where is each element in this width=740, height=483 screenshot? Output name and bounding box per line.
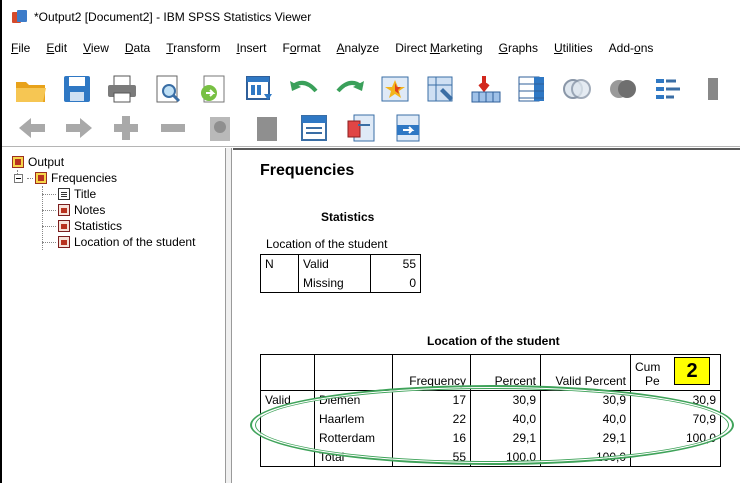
goto-data-icon[interactable]	[378, 71, 413, 107]
window-title: *Output2 [Document2] - IBM SPSS Statisti…	[34, 10, 312, 24]
menu-bar: File Edit View Data Transform Insert Format Ana…	[2, 34, 740, 62]
redo-icon[interactable]	[333, 71, 368, 107]
statistics-table[interactable]: N Valid 55 Missing 0	[260, 254, 421, 293]
tree-node-location[interactable]: Location of the student	[58, 234, 195, 250]
variables-icon[interactable]	[469, 71, 504, 107]
expand-icon[interactable]	[108, 110, 144, 146]
chart-builder-icon[interactable]	[515, 71, 550, 107]
forward-icon[interactable]	[61, 110, 97, 146]
export-icon[interactable]	[196, 71, 231, 107]
menu-graphs[interactable]: Graphs	[499, 41, 538, 55]
insert-text-icon[interactable]	[390, 110, 426, 146]
menu-format[interactable]: Format	[283, 41, 321, 55]
spss-viewer-window: *Output2 [Document2] - IBM SPSS Statisti…	[0, 0, 740, 483]
statistics-title: Statistics	[321, 210, 375, 224]
notes-doc-icon	[58, 204, 70, 216]
table-row: Missing 0	[260, 273, 421, 293]
spss-app-icon	[12, 9, 28, 25]
recall-dialog-icon[interactable]	[242, 71, 277, 107]
missing-value: 0	[370, 273, 421, 293]
output-heading: Frequencies	[260, 162, 355, 179]
tree-label-notes: Notes	[74, 203, 106, 217]
header-valid-percent: Valid Percent	[540, 354, 631, 391]
weight-cases-icon[interactable]	[606, 71, 641, 107]
statistics-variable: Location of the student	[266, 237, 388, 251]
show-icon[interactable]	[202, 110, 238, 146]
title-bar: *Output2 [Document2] - IBM SPSS Statisti…	[2, 0, 740, 34]
highlight-ellipse-inner	[255, 388, 729, 462]
tree-node-frequencies[interactable]: Frequencies	[14, 170, 117, 186]
frequency-title: Location of the student	[427, 334, 560, 348]
menu-file[interactable]: File	[11, 41, 30, 55]
statistics-table-icon	[58, 220, 70, 232]
frequencies-book-icon	[35, 172, 47, 184]
tree-label-output: Output	[28, 155, 65, 169]
toolbar-viewer	[2, 108, 740, 148]
tree-label-frequencies: Frequencies	[51, 171, 118, 185]
menu-view[interactable]: View	[83, 41, 109, 55]
menu-data[interactable]: Data	[125, 41, 150, 55]
menu-edit[interactable]: Edit	[46, 41, 67, 55]
save-icon[interactable]	[60, 71, 95, 107]
tree-node-output[interactable]: Output	[12, 154, 64, 170]
collapse-icon[interactable]	[155, 110, 191, 146]
tree-node-statistics[interactable]: Statistics	[58, 218, 122, 234]
tree-label-statistics: Statistics	[74, 219, 123, 233]
goto-variable-icon[interactable]	[424, 71, 459, 107]
collapse-toggle-icon[interactable]	[14, 173, 23, 183]
title-doc-icon	[58, 188, 70, 200]
tree-label-location: Location of the student	[74, 235, 196, 249]
menu-utilities[interactable]: Utilities	[554, 41, 593, 55]
tree-node-title[interactable]: Title	[58, 186, 96, 202]
split-file-icon[interactable]	[651, 71, 686, 107]
print-preview-icon[interactable]	[151, 71, 186, 107]
insert-heading-icon[interactable]	[296, 110, 332, 146]
select-cases-icon[interactable]	[560, 71, 595, 107]
hide-icon[interactable]	[249, 110, 285, 146]
location-table-icon	[58, 236, 70, 248]
back-icon[interactable]	[14, 110, 50, 146]
toolbar-divider	[2, 146, 740, 147]
menu-transform[interactable]: Transform	[166, 41, 220, 55]
menu-analyze[interactable]: Analyze	[337, 41, 380, 55]
menu-add-ons[interactable]: Add-ons	[609, 41, 654, 55]
table-row: N Valid 55	[260, 254, 421, 274]
tree-label-title: Title	[74, 187, 97, 201]
print-icon[interactable]	[105, 71, 140, 107]
n-label: N	[260, 254, 299, 274]
tree-node-notes[interactable]: Notes	[58, 202, 105, 218]
valid-value: 55	[370, 254, 421, 274]
outline-pane[interactable]: Output Frequencies Title Notes Statistic…	[2, 148, 226, 483]
undo-icon[interactable]	[287, 71, 322, 107]
pane-splitter[interactable]	[226, 148, 232, 483]
missing-label: Missing	[298, 273, 371, 293]
menu-direct-marketing[interactable]: Direct Marketing	[395, 41, 482, 55]
insert-title-icon[interactable]	[343, 110, 379, 146]
annotation-badge: 2	[674, 357, 710, 385]
menu-insert[interactable]: Insert	[236, 41, 266, 55]
output-book-icon	[12, 156, 24, 168]
toolbar-main	[2, 64, 740, 114]
more-icon[interactable]	[697, 71, 732, 107]
valid-label: Valid	[298, 254, 371, 274]
open-folder-icon[interactable]	[14, 71, 49, 107]
